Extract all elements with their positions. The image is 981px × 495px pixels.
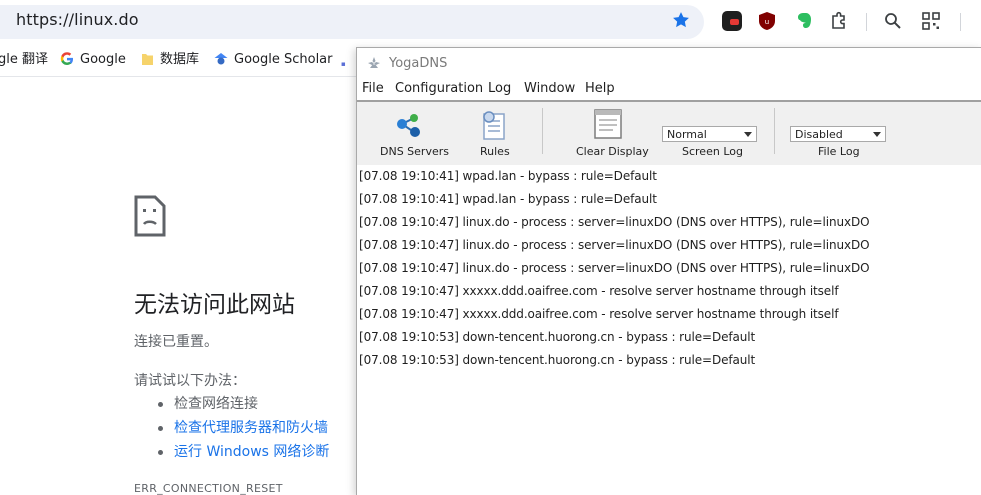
log-line: [07.08 19:10:53] down-tencent.huorong.cn… <box>359 330 756 344</box>
google-icon <box>60 52 73 65</box>
menu-log[interactable]: Log <box>488 81 511 96</box>
extensions-puzzle-icon[interactable] <box>829 11 849 31</box>
log-line: [07.08 19:10:53] down-tencent.huorong.cn… <box>359 353 756 367</box>
error-title: 无法访问此网站 <box>134 292 295 318</box>
scholar-icon <box>214 53 228 65</box>
svg-text:u: u <box>765 18 769 26</box>
file-log-select[interactable]: Disabled <box>790 126 886 142</box>
screen-log-label: Screen Log <box>682 145 743 158</box>
rules-button[interactable]: Rules <box>465 102 525 165</box>
qr-code-icon[interactable] <box>921 11 941 31</box>
dns-servers-button[interactable]: DNS Servers <box>371 102 451 165</box>
rules-icon <box>483 111 505 140</box>
rules-label: Rules <box>480 145 510 158</box>
browser-toolbar: https://linux.do u <box>0 0 981 44</box>
bookmark-label: Google Scholar <box>234 52 333 67</box>
toolbar-divider <box>866 13 867 31</box>
error-suggestions-heading: 请试试以下办法： <box>134 373 246 389</box>
error-code: ERR_CONNECTION_RESET <box>134 482 283 495</box>
log-line: [07.08 19:10:41] wpad.lan - bypass : rul… <box>359 192 657 206</box>
log-line: [07.08 19:10:47] linux.do - process : se… <box>359 238 870 252</box>
toolbar-separator <box>774 108 775 154</box>
log-line: [07.08 19:10:47] xxxxx.ddd.oaifree.com -… <box>359 307 839 321</box>
clear-display-label: Clear Display <box>576 145 649 158</box>
file-log-value: Disabled <box>795 128 843 141</box>
dropdown-arrow-icon <box>873 132 881 137</box>
app-toolbar: DNS Servers Rules Clear Display Normal S… <box>357 102 981 165</box>
dropdown-arrow-icon <box>744 132 752 137</box>
bookmark-folder-database[interactable]: 数据库 <box>141 51 199 69</box>
screen-log-select[interactable]: Normal <box>662 126 757 142</box>
evernote-icon[interactable] <box>794 11 814 31</box>
bookmark-overflow-icon[interactable]: ▪ <box>341 55 346 73</box>
suggestion-check-network: 检查网络连接 <box>156 394 329 418</box>
log-line: [07.08 19:10:47] xxxxx.ddd.oaifree.com -… <box>359 284 839 298</box>
sad-document-icon <box>134 195 166 237</box>
menu-help[interactable]: Help <box>585 81 615 96</box>
toolbar-separator <box>542 108 543 154</box>
yogadns-window: YogaDNS File Configuration Log Window He… <box>356 47 981 495</box>
bookmark-google[interactable]: Google <box>60 51 126 69</box>
toolbar-divider <box>960 13 961 31</box>
log-line: [07.08 19:10:47] linux.do - process : se… <box>359 215 870 229</box>
url-text[interactable]: https://linux.do <box>16 10 139 29</box>
folder-icon <box>142 54 153 65</box>
log-line: [07.08 19:10:41] wpad.lan - bypass : rul… <box>359 169 657 183</box>
window-title: YogaDNS <box>389 56 448 71</box>
bookmark-label: gle 翻译 <box>0 52 48 67</box>
clear-display-icon <box>594 109 622 139</box>
dns-servers-label: DNS Servers <box>380 145 449 158</box>
yogadns-logo-icon <box>368 57 380 68</box>
extension-icon[interactable] <box>722 11 742 31</box>
screen-log-value: Normal <box>667 128 707 141</box>
error-subtitle: 连接已重置。 <box>134 334 218 350</box>
search-icon[interactable] <box>883 11 903 31</box>
bookmark-google-scholar[interactable]: Google Scholar <box>214 51 333 69</box>
menu-bar: File Configuration Log Window Help <box>357 78 981 102</box>
menu-file[interactable]: File <box>362 81 384 96</box>
bookmark-label: Google <box>80 52 126 67</box>
bookmark-star-icon[interactable] <box>671 9 691 31</box>
bookmark-translate[interactable]: gle 翻译 <box>0 51 48 69</box>
ublock-origin-icon[interactable]: u <box>757 11 777 31</box>
error-suggestions-list: 检查网络连接 检查代理服务器和防火墙 运行 Windows 网络诊断 <box>156 394 329 466</box>
file-log-label: File Log <box>818 145 860 158</box>
clear-display-button[interactable]: Clear Display <box>571 102 649 165</box>
suggestion-run-diagnostics-link[interactable]: 运行 Windows 网络诊断 <box>156 442 329 466</box>
bookmark-label: 数据库 <box>160 52 200 67</box>
title-bar[interactable]: YogaDNS <box>357 48 981 78</box>
menu-configuration[interactable]: Configuration <box>395 81 483 96</box>
suggestion-check-proxy-link[interactable]: 检查代理服务器和防火墙 <box>156 418 329 442</box>
log-view[interactable]: [07.08 19:10:41] wpad.lan - bypass : rul… <box>357 165 981 495</box>
log-line: [07.08 19:10:47] linux.do - process : se… <box>359 261 870 275</box>
dns-servers-icon <box>397 114 420 137</box>
menu-window[interactable]: Window <box>524 81 575 96</box>
